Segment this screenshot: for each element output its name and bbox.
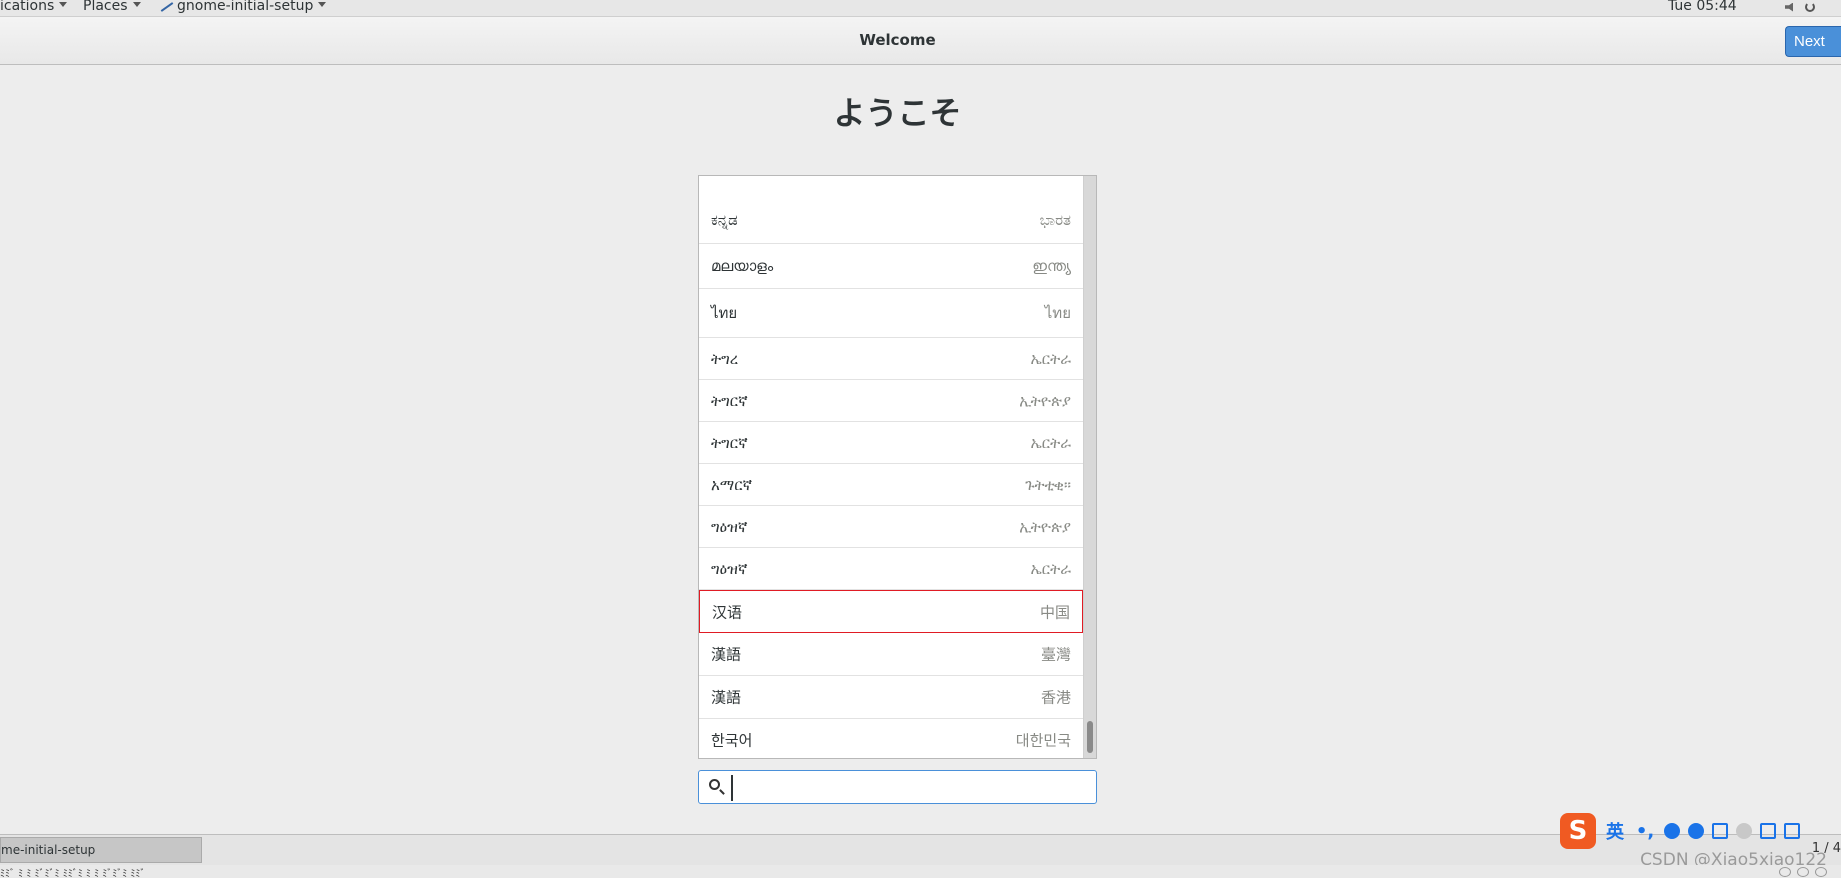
language-region: 대한민국 bbox=[1015, 731, 1071, 750]
power-icon bbox=[1805, 2, 1815, 12]
page-title: ようこそ bbox=[833, 94, 962, 132]
language-name: 漢語 bbox=[711, 645, 742, 664]
language-region: ኤርትራ bbox=[1030, 349, 1071, 368]
ime-toolbar: S 英 •, bbox=[1558, 812, 1841, 850]
scrollbar-thumb[interactable] bbox=[1087, 721, 1093, 753]
language-row[interactable]: 漢語 臺灣 bbox=[699, 633, 1083, 676]
language-region: ኤርትራ bbox=[1030, 433, 1071, 452]
header-bar: Welcome Next bbox=[0, 17, 1841, 65]
language-row[interactable]: ግዕዝኛ ኢትዮጵያ bbox=[699, 506, 1083, 548]
clock[interactable]: Tue 05:44 bbox=[1668, 0, 1737, 14]
language-row[interactable]: മലയാളം ഇന്ത്യ bbox=[699, 244, 1083, 289]
toolbox-icon[interactable] bbox=[1784, 823, 1800, 839]
bottom-strip: ﾐﾐﾞ ﾐ ﾐ ﾐﾞﾐﾞﾐ ﾐﾐﾞﾐ ﾐ ﾐ ﾐﾞﾐﾞﾐ ﾐﾐﾞ bbox=[0, 865, 1841, 878]
language-region: ኢትዮጵያ bbox=[1019, 391, 1071, 410]
language-list[interactable]: ಕನ್ನಡ ಭಾರತ മലയാളം ഇന്ത്യ ไทย ไทย ትግረ ኤርትራ ትግርኛ ኢት… bbox=[698, 175, 1097, 759]
keyboard-icon[interactable] bbox=[1712, 823, 1728, 839]
app-menu-label: gnome-initial-setup bbox=[177, 0, 314, 14]
language-region: ಭಾರತ bbox=[1039, 210, 1071, 229]
tray-icon[interactable] bbox=[1797, 867, 1809, 877]
language-name: 漢語 bbox=[711, 688, 742, 707]
language-name: ግዕዝኛ bbox=[711, 517, 748, 536]
tray-mini bbox=[1779, 867, 1827, 877]
language-row[interactable]: 漢語 香港 bbox=[699, 676, 1083, 719]
header-title: Welcome bbox=[859, 31, 936, 49]
language-row[interactable]: ትግረ ኤርትራ bbox=[699, 338, 1083, 380]
search-icon bbox=[709, 779, 720, 790]
language-row[interactable]: 汉语 中国 bbox=[699, 590, 1083, 633]
microphone-icon[interactable] bbox=[1688, 823, 1704, 839]
language-region: ഇന്ത്യ bbox=[1032, 257, 1071, 275]
search-box[interactable] bbox=[698, 770, 1097, 804]
language-row[interactable]: ಕನ್ನಡ ಭಾರತ bbox=[699, 196, 1083, 244]
volume-icon bbox=[1785, 2, 1793, 12]
language-region: ጉትቲቂ። bbox=[1025, 475, 1071, 494]
language-name: አማርኛ bbox=[711, 475, 753, 494]
language-name: 汉语 bbox=[712, 603, 743, 621]
language-row[interactable]: ትግርኛ ኢትዮጵያ bbox=[699, 380, 1083, 422]
applications-menu[interactable]: ications bbox=[0, 0, 68, 14]
next-button[interactable]: Next bbox=[1785, 26, 1841, 57]
places-menu-label: Places bbox=[83, 0, 128, 14]
status-area[interactable] bbox=[1785, 0, 1815, 14]
bottom-text: ﾐﾐﾞ ﾐ ﾐ ﾐﾞﾐﾞﾐ ﾐﾐﾞﾐ ﾐ ﾐ ﾐﾞﾐﾞﾐ ﾐﾐﾞ bbox=[0, 869, 146, 878]
chevron-down-icon bbox=[132, 2, 141, 7]
language-name: ትግረ bbox=[711, 349, 739, 368]
language-name: ไทย bbox=[711, 304, 738, 322]
ime-language-toggle[interactable]: 英 bbox=[1604, 818, 1626, 844]
language-name: ግዕዝኛ bbox=[711, 559, 748, 578]
language-row[interactable]: 한국어 대한민국 bbox=[699, 719, 1083, 758]
app-icon bbox=[160, 2, 174, 12]
ime-punctuation-toggle[interactable]: •, bbox=[1634, 821, 1656, 842]
chevron-down-icon bbox=[318, 2, 327, 7]
emoji-icon[interactable] bbox=[1664, 823, 1680, 839]
tray-icon[interactable] bbox=[1815, 867, 1827, 877]
search-input[interactable] bbox=[731, 775, 1094, 801]
taskbar-window-item[interactable]: me-initial-setup bbox=[0, 837, 202, 863]
language-name: ಕನ್ನಡ bbox=[711, 210, 738, 229]
language-row[interactable]: አማርኛ ጉትቲቂ። bbox=[699, 464, 1083, 506]
applications-menu-label: ications bbox=[0, 0, 55, 14]
language-name: 한국어 bbox=[711, 731, 753, 750]
language-region: 中国 bbox=[1039, 603, 1070, 621]
language-region: ไทย bbox=[1044, 304, 1071, 322]
language-region: 香港 bbox=[1040, 688, 1071, 707]
language-region: 臺灣 bbox=[1040, 645, 1071, 664]
language-name: മലയാളം bbox=[711, 257, 774, 275]
skin-icon[interactable] bbox=[1760, 823, 1776, 839]
scrollbar[interactable] bbox=[1083, 176, 1096, 758]
language-name: ትግርኛ bbox=[711, 391, 748, 410]
tray-icon[interactable] bbox=[1779, 867, 1791, 877]
places-menu[interactable]: Places bbox=[83, 0, 141, 14]
ime-logo-icon[interactable]: S bbox=[1560, 813, 1596, 849]
language-region: ኢትዮጵያ bbox=[1019, 517, 1071, 536]
app-menu[interactable]: gnome-initial-setup bbox=[160, 0, 327, 14]
user-icon[interactable] bbox=[1736, 823, 1752, 839]
language-row[interactable]: ไทย ไทย bbox=[699, 289, 1083, 338]
top-panel: ications Places gnome-initial-setup Tue … bbox=[0, 0, 1841, 17]
language-region: ኤርትራ bbox=[1030, 559, 1071, 578]
language-row[interactable]: ግዕዝኛ ኤርትራ bbox=[699, 548, 1083, 590]
language-name: ትግርኛ bbox=[711, 433, 748, 452]
chevron-down-icon bbox=[59, 2, 68, 7]
language-row[interactable]: ትግርኛ ኤርትራ bbox=[699, 422, 1083, 464]
